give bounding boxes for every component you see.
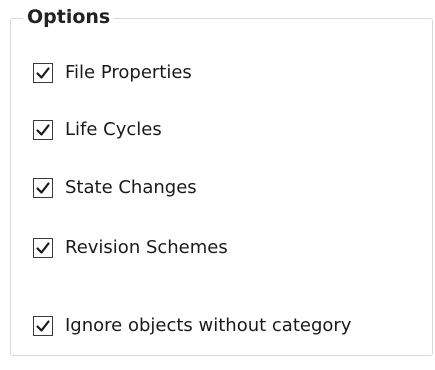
checkmark-icon	[36, 242, 50, 254]
checkmark-icon	[36, 320, 50, 332]
ignore-objects-label: Ignore objects without category	[65, 315, 352, 336]
checkmark-icon	[36, 124, 50, 136]
file-properties-checkbox[interactable]	[33, 63, 53, 83]
life-cycles-checkbox[interactable]	[33, 120, 53, 140]
life-cycles-option[interactable]: Life Cycles	[33, 118, 162, 142]
checkmark-icon	[36, 182, 50, 194]
state-changes-option[interactable]: State Changes	[33, 176, 197, 200]
revision-schemes-checkbox[interactable]	[33, 238, 53, 258]
ignore-objects-checkbox[interactable]	[33, 316, 53, 336]
file-properties-option[interactable]: File Properties	[33, 61, 192, 85]
options-group-title: Options	[23, 4, 115, 30]
revision-schemes-label: Revision Schemes	[65, 237, 228, 258]
life-cycles-label: Life Cycles	[65, 119, 162, 140]
checkmark-icon	[36, 67, 50, 79]
ignore-objects-option[interactable]: Ignore objects without category	[33, 314, 351, 338]
file-properties-label: File Properties	[65, 62, 192, 83]
revision-schemes-option[interactable]: Revision Schemes	[33, 236, 228, 260]
state-changes-checkbox[interactable]	[33, 178, 53, 198]
state-changes-label: State Changes	[65, 177, 197, 198]
